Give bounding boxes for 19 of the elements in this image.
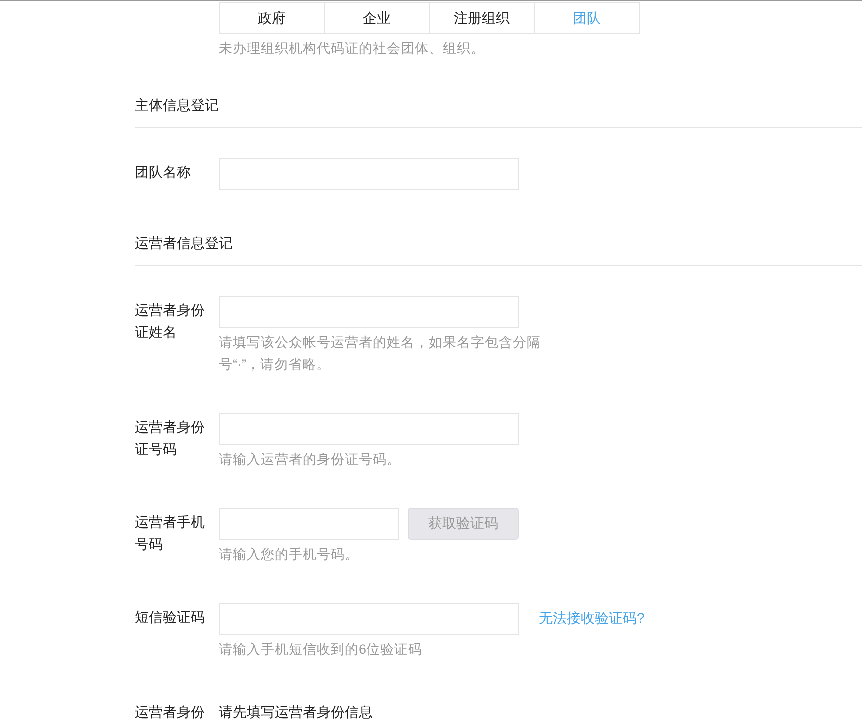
field-label: 运营者身份证姓名: [135, 301, 206, 342]
org-type-hint: 未办理组织机构代码证的社会团体、组织。: [219, 40, 486, 58]
input-field[interactable]: [219, 508, 399, 540]
input-field[interactable]: [219, 413, 519, 445]
field-hint: 请输入您的手机号码。: [219, 546, 360, 564]
field-hint: 请输入运营者的身份证号码。: [219, 451, 402, 469]
field-hint: 请输入手机短信收到的6位验证码: [219, 641, 424, 659]
field-label: 运营者身份证号码: [135, 418, 206, 459]
input-field[interactable]: [219, 603, 519, 635]
input-field[interactable]: [219, 296, 519, 328]
field-label: 团队名称: [135, 163, 192, 182]
info-text: 请先填写运营者身份信息: [219, 703, 373, 722]
input-field[interactable]: [219, 158, 519, 190]
section-heading: 主体信息登记: [135, 60, 862, 128]
field-label: 运营者手机号码: [135, 513, 206, 554]
field-label: 短信验证码: [135, 608, 206, 627]
section-heading: 运营者信息登记: [135, 198, 862, 266]
field-label: 运营者身份: [135, 703, 206, 722]
field-hint: 请填写该公众帐号运营者的姓名，如果名字包含分隔号“·”，请勿省略。: [219, 334, 542, 374]
